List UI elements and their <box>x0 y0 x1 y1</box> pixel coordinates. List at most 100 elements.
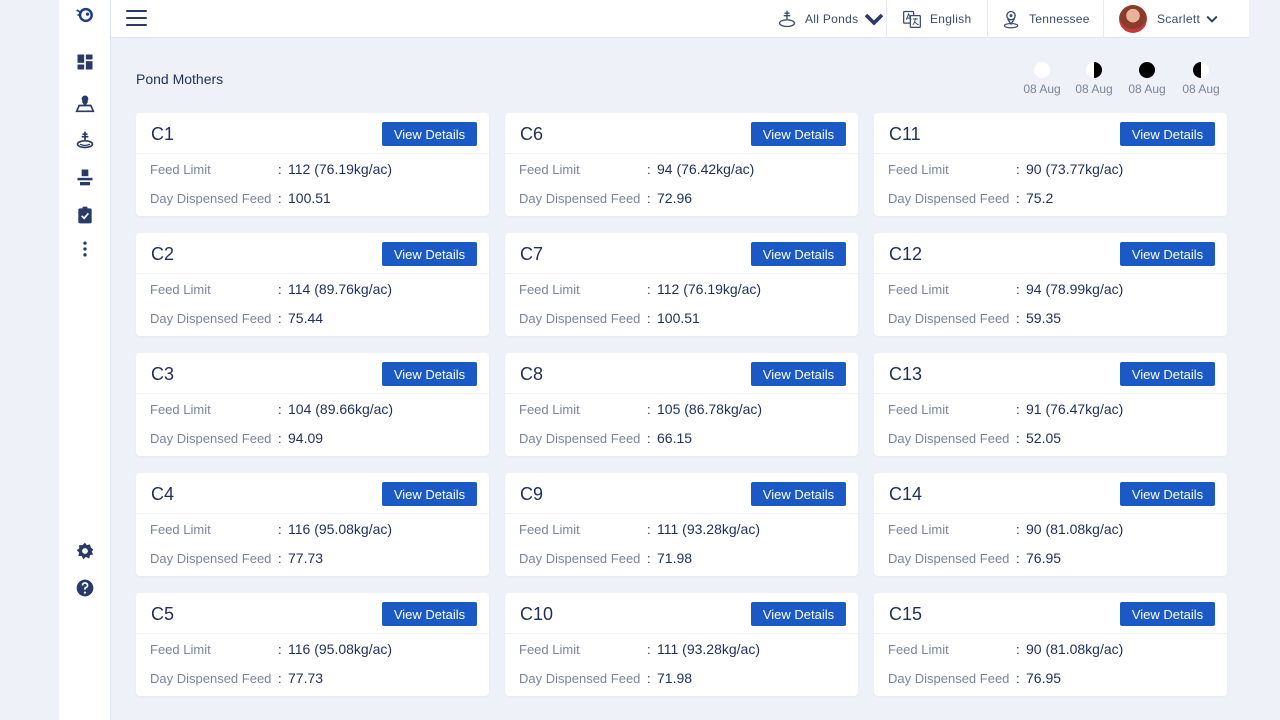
more-vertical-icon[interactable] <box>75 239 95 259</box>
pond-mother-card-c13: C13 View Details Feed Limit:91 (76.47kg/… <box>874 353 1227 456</box>
moon-phase-last-quarter: 08 Aug <box>1176 62 1226 96</box>
feed-limit-value: 94 (78.99kg/ac) <box>1026 281 1124 297</box>
menu-icon[interactable] <box>126 10 147 26</box>
colon: : <box>647 161 651 177</box>
divider <box>136 633 489 634</box>
colon: : <box>647 281 651 297</box>
user-menu[interactable]: Scarlett <box>1119 0 1226 38</box>
feed-limit-label: Feed Limit <box>888 281 949 297</box>
sidebar <box>59 0 111 720</box>
card-title: C1 <box>151 124 175 144</box>
view-details-button[interactable]: View Details <box>1120 242 1215 266</box>
view-details-button[interactable]: View Details <box>382 122 477 146</box>
top-bar: All Ponds English Tennessee Scarlett <box>111 0 1249 38</box>
feed-limit-value: 116 (95.08kg/ac) <box>288 521 393 537</box>
divider <box>505 153 858 154</box>
feed-limit-label: Feed Limit <box>519 521 580 537</box>
colon: : <box>278 401 282 417</box>
pond-mother-card-c10: C10 View Details Feed Limit:111 (93.28kg… <box>505 593 858 696</box>
colon: : <box>278 641 282 657</box>
logo-icon[interactable] <box>75 5 95 25</box>
ponds-selector[interactable]: All Ponds <box>777 0 892 38</box>
feed-limit-label: Feed Limit <box>150 521 211 537</box>
colon: : <box>278 190 282 206</box>
view-details-button[interactable]: View Details <box>1120 362 1215 386</box>
help-icon[interactable] <box>75 578 95 598</box>
map-location-icon[interactable] <box>75 93 95 113</box>
view-details-button[interactable]: View Details <box>382 602 477 626</box>
view-details-button[interactable]: View Details <box>1120 602 1215 626</box>
checklist-icon[interactable] <box>75 205 95 225</box>
card-title: C8 <box>520 364 544 384</box>
feed-limit-value: 105 (86.78kg/ac) <box>657 401 763 417</box>
colon: : <box>647 550 651 566</box>
moon-date: 08 Aug <box>1075 82 1113 96</box>
view-details-button[interactable]: View Details <box>1120 482 1215 506</box>
day-dispensed-value: 77.73 <box>288 670 324 686</box>
feed-limit-label: Feed Limit <box>150 401 211 417</box>
colon: : <box>1016 310 1020 326</box>
colon: : <box>1016 190 1020 206</box>
pond-mother-card-c9: C9 View Details Feed Limit:111 (93.28kg/… <box>505 473 858 576</box>
view-details-button[interactable]: View Details <box>751 482 846 506</box>
moon-date: 08 Aug <box>1128 82 1166 96</box>
colon: : <box>278 310 282 326</box>
colon: : <box>647 310 651 326</box>
card-title: C10 <box>520 604 554 624</box>
view-details-button[interactable]: View Details <box>382 362 477 386</box>
divider <box>136 513 489 514</box>
day-dispensed-value: 76.95 <box>1026 550 1062 566</box>
colon: : <box>647 430 651 446</box>
colon: : <box>1016 401 1020 417</box>
card-title: C2 <box>151 244 175 264</box>
divider <box>874 273 1227 274</box>
colon: : <box>1016 521 1020 537</box>
first-quarter-moon-icon <box>1086 62 1102 78</box>
pond-icon <box>778 10 796 28</box>
day-dispensed-label: Day Dispensed Feed <box>888 430 1010 446</box>
colon: : <box>278 670 282 686</box>
colon: : <box>1016 281 1020 297</box>
colon: : <box>1016 161 1020 177</box>
day-dispensed-value: 71.98 <box>657 550 693 566</box>
view-details-button[interactable]: View Details <box>751 362 846 386</box>
avatar <box>1119 5 1147 33</box>
pond-mother-card-c2: C2 View Details Feed Limit:114 (89.76kg/… <box>136 233 489 336</box>
feed-limit-label: Feed Limit <box>519 401 580 417</box>
feed-limit-value: 111 (93.28kg/ac) <box>657 641 760 657</box>
last-quarter-moon-icon <box>1193 62 1209 78</box>
card-title: C9 <box>520 484 544 504</box>
page-title: Pond Mothers <box>136 71 224 87</box>
feed-limit-value: 90 (73.77kg/ac) <box>1026 161 1124 177</box>
moon-phase-first-quarter: 08 Aug <box>1069 62 1119 96</box>
day-dispensed-label: Day Dispensed Feed <box>888 190 1010 206</box>
location-selector[interactable]: Tennessee <box>1001 0 1090 38</box>
day-dispensed-label: Day Dispensed Feed <box>150 190 272 206</box>
dashboard-icon[interactable] <box>75 52 95 72</box>
card-title: C15 <box>889 604 923 624</box>
feed-limit-label: Feed Limit <box>150 281 211 297</box>
pond-icon[interactable] <box>75 130 95 150</box>
day-dispensed-label: Day Dispensed Feed <box>519 550 641 566</box>
view-details-button[interactable]: View Details <box>751 242 846 266</box>
colon: : <box>1016 430 1020 446</box>
day-dispensed-value: 100.51 <box>657 310 700 326</box>
view-details-button[interactable]: View Details <box>751 602 846 626</box>
view-details-button[interactable]: View Details <box>1120 122 1215 146</box>
divider <box>987 0 988 38</box>
colon: : <box>1016 641 1020 657</box>
day-dispensed-value: 66.15 <box>657 430 693 446</box>
colon: : <box>647 521 651 537</box>
pond-mother-card-c6: C6 View Details Feed Limit:94 (76.42kg/a… <box>505 113 858 216</box>
card-title: C3 <box>151 364 175 384</box>
pond-mother-icon[interactable] <box>75 167 95 187</box>
feed-limit-label: Feed Limit <box>150 161 211 177</box>
view-details-button[interactable]: View Details <box>382 482 477 506</box>
feed-limit-value: 116 (95.08kg/ac) <box>288 641 393 657</box>
day-dispensed-label: Day Dispensed Feed <box>888 670 1010 686</box>
language-selector[interactable]: English <box>902 0 971 38</box>
view-details-button[interactable]: View Details <box>382 242 477 266</box>
view-details-button[interactable]: View Details <box>751 122 846 146</box>
settings-icon[interactable] <box>75 541 95 561</box>
pond-mother-card-c12: C12 View Details Feed Limit:94 (78.99kg/… <box>874 233 1227 336</box>
